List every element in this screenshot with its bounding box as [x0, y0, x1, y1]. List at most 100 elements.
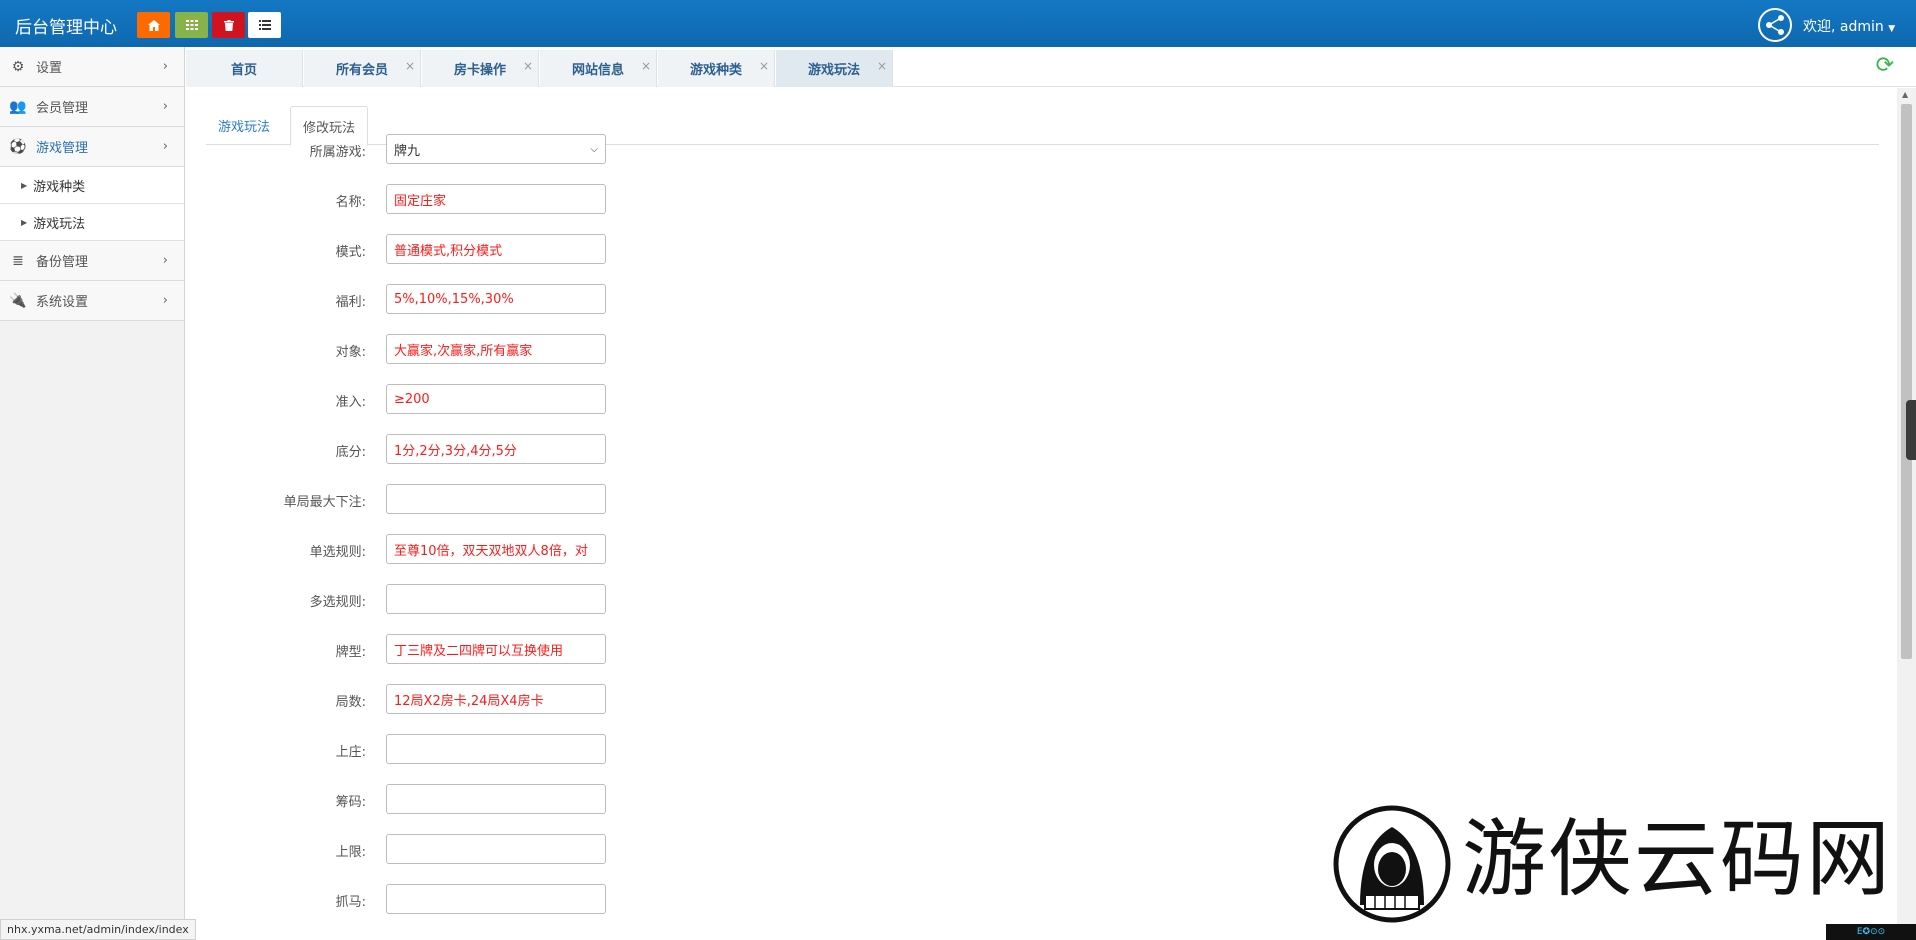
- grid-icon: [185, 20, 198, 30]
- side-panel-handle[interactable]: [1906, 400, 1916, 460]
- target-input[interactable]: 大赢家,次赢家,所有赢家: [386, 334, 606, 364]
- limit-input[interactable]: [386, 834, 606, 864]
- form-row: 牌型: 丁三牌及二四牌可以互换使用: [186, 634, 606, 664]
- sidebar-item-settings[interactable]: ⚙ 设置 ›: [0, 47, 184, 87]
- form-row: 多选规则:: [186, 584, 606, 614]
- field-label: 筹码:: [335, 795, 366, 810]
- multi-rule-input[interactable]: [386, 584, 606, 614]
- close-icon[interactable]: ×: [523, 59, 533, 73]
- form-row: 抓马:: [186, 884, 606, 914]
- tab-site-info[interactable]: 网站信息 ×: [540, 50, 657, 87]
- tab-game-types[interactable]: 游戏种类 ×: [658, 50, 775, 87]
- top-navbar: 后台管理中心 欢迎, admin ▼: [0, 0, 1916, 47]
- status-url: nhx.yxma.net/admin/index/index: [0, 919, 196, 940]
- sidebar-subitem-game-rules[interactable]: ▶ 游戏玩法: [0, 204, 184, 241]
- welfare-input[interactable]: 5%,10%,15%,30%: [386, 284, 606, 314]
- card-type-input[interactable]: 丁三牌及二四牌可以互换使用: [386, 634, 606, 664]
- trash-button[interactable]: [212, 12, 245, 38]
- form-row: 底分: 1分,2分,3分,4分,5分: [186, 434, 606, 464]
- scroll-thumb[interactable]: [1901, 104, 1912, 659]
- chevron-right-icon: ›: [162, 253, 168, 268]
- single-rule-input[interactable]: 至尊10倍，双天双地双人8倍，对: [386, 534, 606, 564]
- avatar[interactable]: [1758, 8, 1792, 42]
- tab-label: 网站信息: [571, 63, 624, 78]
- close-icon[interactable]: ×: [405, 59, 415, 73]
- grid-button[interactable]: [175, 12, 208, 38]
- close-icon[interactable]: ×: [641, 59, 651, 73]
- user-menu[interactable]: 欢迎, admin ▼: [1803, 16, 1895, 36]
- form-row-game: 所属游戏: 牌九 ⌵: [186, 134, 606, 164]
- sidebar-item-label: 系统设置: [36, 295, 89, 310]
- tab-label: 房卡操作: [453, 63, 506, 78]
- mode-input[interactable]: 普通模式,积分模式: [386, 234, 606, 264]
- corner-badge: E✪⊙⊙: [1826, 924, 1916, 940]
- field-label: 多选规则:: [309, 595, 366, 610]
- field-label: 底分:: [335, 445, 366, 460]
- refresh-icon[interactable]: ⟳: [1876, 53, 1894, 78]
- tab-game-rules[interactable]: 游戏玩法 ×: [776, 50, 893, 87]
- tab-all-members[interactable]: 所有会员 ×: [304, 50, 421, 87]
- database-icon: ≣: [12, 252, 24, 269]
- home-button[interactable]: [137, 12, 170, 38]
- field-label: 单局最大下注:: [283, 495, 366, 510]
- sidebar-item-games[interactable]: ⚽ 游戏管理 ›: [0, 127, 184, 167]
- base-score-input[interactable]: 1分,2分,3分,4分,5分: [386, 434, 606, 464]
- tab-label: 首页: [230, 63, 257, 78]
- max-bet-input[interactable]: [386, 484, 606, 514]
- form-row: 准入: ≥200: [186, 384, 606, 414]
- sidebar-subitem-label: 游戏种类: [33, 179, 86, 195]
- form-row: 单局最大下注:: [186, 484, 606, 514]
- field-label: 单选规则:: [309, 545, 366, 560]
- tab-home[interactable]: 首页: [186, 50, 303, 87]
- field-label: 准入:: [335, 395, 366, 410]
- tab-label: 游戏种类: [689, 63, 742, 78]
- page-tabs: 首页 所有会员 × 房卡操作 × 网站信息 × 游戏种类 × 游戏玩法 × ⟳: [186, 47, 1916, 87]
- close-icon[interactable]: ×: [877, 59, 887, 73]
- field-label: 模式:: [335, 245, 366, 260]
- field-label: 上庄:: [335, 745, 366, 760]
- scrollbar[interactable]: ▲: [1897, 88, 1916, 940]
- form-row: 局数: 12局X2房卡,24局X4房卡: [186, 684, 606, 714]
- watermark-text: 游侠云码网: [1462, 810, 1893, 908]
- form-row: 名称: 固定庄家: [186, 184, 606, 214]
- share-icon: [1766, 15, 1784, 35]
- field-label: 对象:: [335, 345, 366, 360]
- list-button[interactable]: [248, 12, 281, 38]
- chevron-down-icon: ⌵: [590, 143, 598, 155]
- banker-input[interactable]: [386, 734, 606, 764]
- app-title: 后台管理中心: [15, 18, 117, 38]
- list-icon: [258, 20, 271, 30]
- sidebar: ⚙ 设置 › 👥 会员管理 › ⚽ 游戏管理 › ▶ 游戏种类 ▶ 游戏玩法 ≣…: [0, 47, 185, 940]
- sidebar-item-system-settings[interactable]: 🔌 系统设置 ›: [0, 281, 184, 321]
- game-select[interactable]: 牌九 ⌵: [386, 134, 606, 164]
- sidebar-subitem-game-types[interactable]: ▶ 游戏种类: [0, 167, 184, 204]
- plug-icon: 🔌: [9, 292, 27, 309]
- field-label: 抓马:: [335, 895, 366, 910]
- rounds-input[interactable]: 12局X2房卡,24局X4房卡: [386, 684, 606, 714]
- tab-room-card[interactable]: 房卡操作 ×: [422, 50, 539, 87]
- field-label: 牌型:: [335, 645, 366, 660]
- name-input[interactable]: 固定庄家: [386, 184, 606, 214]
- hacker-logo-icon: [1333, 805, 1451, 923]
- form-row: 模式: 普通模式,积分模式: [186, 234, 606, 264]
- entry-input[interactable]: ≥200: [386, 384, 606, 414]
- trash-icon: [223, 19, 234, 31]
- form-row: 上限:: [186, 834, 606, 864]
- sidebar-item-label: 设置: [36, 61, 63, 76]
- sidebar-item-members[interactable]: 👥 会员管理 ›: [0, 87, 184, 127]
- sidebar-subitem-label: 游戏玩法: [33, 216, 86, 232]
- close-icon[interactable]: ×: [759, 59, 769, 73]
- chevron-right-icon: ›: [162, 99, 168, 114]
- caret-down-icon: ▼: [1888, 24, 1896, 34]
- sidebar-item-backup[interactable]: ≣ 备份管理 ›: [0, 241, 184, 281]
- chevron-right-icon: ›: [162, 293, 168, 308]
- horse-input[interactable]: [386, 884, 606, 914]
- welcome-text: 欢迎, admin: [1803, 19, 1884, 35]
- field-label: 所属游戏:: [309, 145, 366, 160]
- chevron-right-icon: ›: [162, 59, 168, 74]
- field-label: 上限:: [335, 845, 366, 860]
- chips-input[interactable]: [386, 784, 606, 814]
- form-row: 对象: 大赢家,次赢家,所有赢家: [186, 334, 606, 364]
- scroll-up-icon[interactable]: ▲: [1902, 90, 1908, 99]
- caret-right-icon: ▶: [21, 217, 28, 227]
